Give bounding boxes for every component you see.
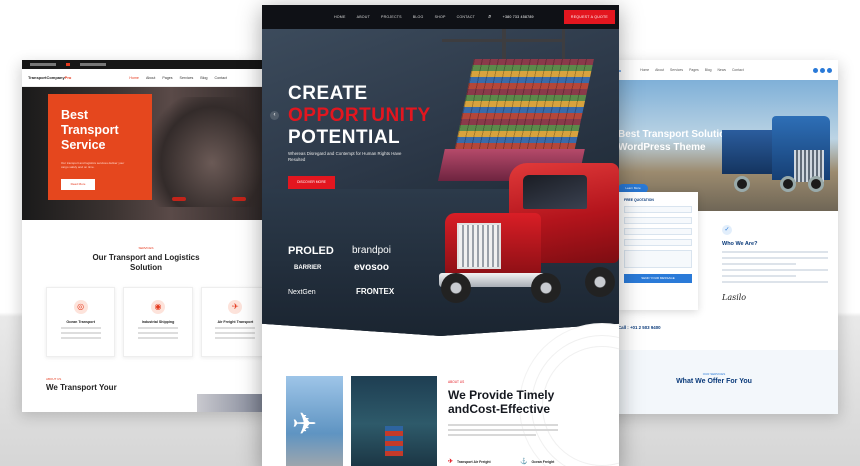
left-service-cards: ◎ Ocean Transport ◉ Industrial Shipping …	[22, 273, 270, 357]
discover-more-button[interactable]: DISCOVER MORE	[288, 176, 335, 189]
left-nav-pages[interactable]: Pages	[162, 76, 172, 80]
left-nav-contact[interactable]: Contact	[215, 76, 227, 80]
hero-subtitle: Whereas Disregard and Contempt for Human…	[288, 151, 402, 162]
right-nav-news[interactable]: News	[717, 68, 725, 72]
left-top-bar	[22, 60, 270, 69]
left-services-heading: SERVICES Our Transport and Logistics Solu…	[92, 246, 200, 272]
right-nav-contact[interactable]: Contact	[732, 68, 744, 72]
globe-icon: ◎	[73, 300, 88, 314]
right-theme-preview: TransportPro Home About Services Pages B…	[590, 60, 838, 414]
hero-headline: CREATE OPPORTUNITY POTENTIAL	[288, 83, 431, 148]
right-nav-home[interactable]: Home	[640, 68, 649, 72]
send-message-button[interactable]: SEND YOUR MESSAGE	[624, 274, 692, 283]
right-nav-pages[interactable]: Pages	[689, 68, 699, 72]
who-we-are-title: Who We Are?	[722, 241, 758, 247]
phone-field[interactable]	[624, 228, 692, 235]
partner-logo: PROLED	[288, 245, 334, 257]
left-hero-title: Best Transport Service	[61, 108, 119, 152]
header-phone[interactable]: +380 733 458789	[503, 15, 534, 19]
right-phone[interactable]: Call : +01 2 503 9400	[618, 325, 661, 330]
subject-field[interactable]	[624, 239, 692, 246]
port-crane	[442, 39, 562, 42]
linkedin-icon[interactable]	[827, 67, 832, 73]
service-card[interactable]: ◎ Ocean Transport	[46, 287, 116, 357]
left-navbar: TransportCompanyPro Home About Pages Ser…	[22, 69, 270, 87]
services-tag: ABOUT US	[448, 380, 465, 384]
name-field[interactable]	[624, 206, 692, 213]
left-nav-home[interactable]: Home	[129, 76, 139, 80]
right-navbar: TransportPro Home About Services Pages B…	[590, 60, 838, 80]
left-logo[interactable]: TransportCompanyPro	[28, 75, 71, 80]
left-nav-blog[interactable]: Blog	[200, 76, 207, 80]
request-quote-button[interactable]: REQUEST A QUOTE	[563, 10, 615, 24]
airplane-image: ✈	[286, 376, 343, 466]
truck-tail-light	[232, 197, 246, 201]
service-card[interactable]: ✈ Air Freight Transport	[200, 287, 270, 357]
left-about-title: We Transport Your	[46, 383, 117, 392]
left-hero-text: Our transport and logistics services del…	[61, 161, 125, 169]
signature: Lasilo	[722, 293, 747, 302]
left-about-section: ABOUT US We Transport Your	[22, 357, 270, 392]
center-nav-projects[interactable]: PROJECTS	[381, 15, 402, 19]
right-hero-title: Best Transport Solution WordPress Theme	[618, 129, 732, 153]
check-icon: ✓	[722, 225, 732, 235]
twitter-icon[interactable]	[820, 67, 825, 73]
truck-tail-light	[172, 197, 186, 201]
left-hero-button[interactable]: Read More	[61, 179, 95, 190]
offer-section: OUR SERVICES What We Offer For You	[590, 350, 838, 414]
ship-image	[197, 394, 267, 412]
partner-logo: NextGen	[288, 289, 316, 296]
who-we-are-section: ✓ Who We Are? Lasilo	[722, 225, 828, 302]
shipping-icon: ◉	[150, 300, 165, 314]
feature-item: ✈ Transport Air Freight	[448, 459, 491, 465]
services-text	[448, 424, 558, 439]
feature-item: ⚓ Ocean Freight	[520, 459, 555, 465]
chevron-left-icon[interactable]: ‹	[270, 111, 279, 120]
quote-form-title: FREE QUOTATION	[624, 198, 654, 202]
offer-title: What We Offer For You	[676, 378, 752, 385]
service-card[interactable]: ◉ Industrial Shipping	[123, 287, 193, 357]
left-hero-card: Best Transport Service Our transport and…	[48, 94, 152, 200]
message-field[interactable]	[624, 250, 692, 268]
blue-truck-image	[722, 110, 832, 206]
services-section: ✈ ABOUT US We Provide Timely andCost-Effe…	[262, 336, 619, 466]
center-navbar: HOME ABOUT PROJECTS BLOG SHOP CONTACT ⌕ …	[262, 5, 619, 29]
left-nav-services[interactable]: Services	[180, 76, 194, 80]
red-truck-image	[435, 163, 619, 313]
port-aerial-image	[351, 376, 437, 466]
truck-image	[152, 97, 270, 207]
center-nav-shop[interactable]: SHOP	[435, 15, 446, 19]
airplane-icon: ✈	[448, 459, 454, 465]
left-nav-about[interactable]: About	[146, 76, 155, 80]
right-nav-about[interactable]: About	[655, 68, 664, 72]
facebook-icon[interactable]	[813, 67, 818, 73]
air-freight-icon: ✈	[228, 300, 243, 314]
right-nav-blog[interactable]: Blog	[705, 68, 712, 72]
quote-form: FREE QUOTATION SEND YOUR MESSAGE	[618, 192, 698, 310]
services-title: We Provide Timely andCost-Effective	[448, 388, 555, 416]
right-nav-services[interactable]: Services	[670, 68, 683, 72]
search-icon[interactable]: ⌕	[488, 14, 492, 21]
center-nav-contact[interactable]: CONTACT	[457, 15, 476, 19]
partner-logo: FRONTEX	[356, 287, 395, 296]
partner-logo: brandpoi	[352, 245, 391, 256]
left-theme-preview: TransportCompanyPro Home About Pages Ser…	[22, 60, 270, 412]
center-nav-home[interactable]: HOME	[334, 15, 346, 19]
ship-icon: ⚓	[520, 459, 528, 465]
email-field[interactable]	[624, 217, 692, 224]
social-icons	[813, 67, 832, 73]
center-nav-about[interactable]: ABOUT	[357, 15, 370, 19]
partner-logo: BARRIER	[294, 265, 322, 271]
center-nav-blog[interactable]: BLOG	[413, 15, 424, 19]
partner-logo: evosoo	[354, 262, 390, 273]
center-theme-preview: HOME ABOUT PROJECTS BLOG SHOP CONTACT ⌕ …	[262, 5, 619, 466]
